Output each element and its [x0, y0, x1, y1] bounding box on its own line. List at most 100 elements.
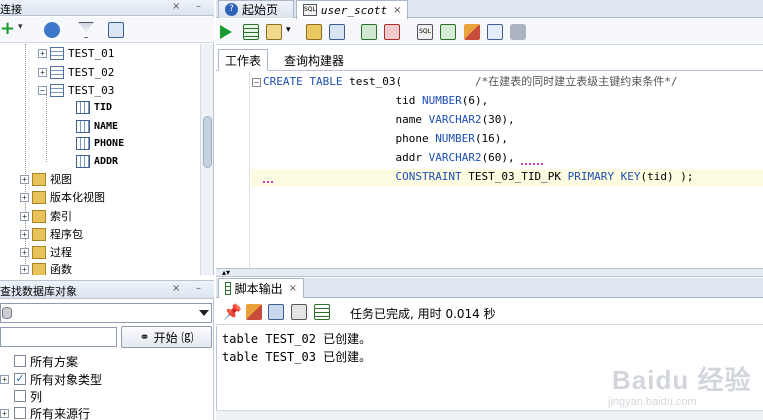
tab-query-builder[interactable]: 查询构建器	[278, 50, 350, 70]
fold-toggle-icon[interactable]: −	[252, 78, 261, 87]
tree-item-views[interactable]: + 视图	[20, 170, 72, 188]
open-icon[interactable]	[314, 304, 330, 320]
sql-text: tid	[263, 94, 422, 107]
connection-select[interactable]	[0, 303, 212, 323]
tab-script-output[interactable]: 脚本输出 ×	[218, 278, 304, 298]
option-columns[interactable]: 列	[14, 388, 42, 404]
expand-icon[interactable]: +	[20, 174, 29, 184]
expand-icon[interactable]: +	[20, 247, 29, 257]
start-search-button[interactable]: ⚭ 开始 ⒢	[121, 326, 212, 348]
explain-plan-icon[interactable]	[329, 24, 345, 40]
minimize-icon[interactable]: –	[196, 283, 201, 294]
chevron-down-icon[interactable]	[199, 310, 209, 316]
database-icon	[2, 307, 12, 319]
close-tab-icon[interactable]: ×	[289, 283, 297, 294]
sql-keyword: PRIMARY KEY	[567, 170, 641, 183]
collapse-icon[interactable]: −	[38, 85, 47, 95]
worksheet-subtabs: 工作表 查询构建器	[216, 47, 763, 71]
tree-item-procedures[interactable]: + 过程	[20, 243, 72, 261]
tree-item-test-02[interactable]: + TEST_02	[38, 63, 114, 81]
save-icon[interactable]	[268, 304, 284, 320]
all-schemas-checkbox[interactable]	[14, 355, 26, 367]
connections-panel-title: 连接	[0, 3, 22, 16]
filter-icon[interactable]	[78, 22, 94, 38]
eraser-icon[interactable]	[246, 304, 262, 320]
column-icon	[76, 100, 90, 114]
expand-icon[interactable]: +	[20, 211, 29, 221]
schema-browser-icon[interactable]	[108, 22, 124, 38]
clear-icon[interactable]	[384, 24, 400, 40]
expand-icon[interactable]: +	[38, 67, 47, 77]
tree-item-functions[interactable]: + 函数	[20, 260, 72, 275]
tuning-icon[interactable]	[487, 24, 503, 40]
all-source-lines-checkbox[interactable]	[14, 407, 26, 419]
sql-comment: /*在建表的同时建立表级主键约束条件*/	[474, 75, 678, 88]
sql-keyword: NUMBER	[435, 132, 475, 145]
wrench-icon[interactable]	[510, 24, 526, 40]
code-line: name VARCHAR2(30),	[263, 111, 514, 129]
tree-item-column-phone[interactable]: PHONE	[76, 134, 124, 152]
sql-editor[interactable]: − CREATE TABLE test_03( /*在建表的同时建立表级主键约束…	[216, 72, 763, 268]
tree-item-test-03[interactable]: − TEST_03	[38, 81, 114, 99]
add-connection-icon[interactable]: +	[0, 20, 16, 38]
expand-icon[interactable]: +	[0, 408, 9, 418]
tree-item-column-tid[interactable]: TID	[76, 98, 112, 116]
print-icon[interactable]	[291, 304, 307, 320]
expand-icon[interactable]: +	[20, 192, 29, 202]
procedures-folder-icon	[32, 245, 46, 259]
tab-user-scott[interactable]: SQL user_scott ×	[296, 0, 408, 19]
tree-item-indexes[interactable]: + 索引	[20, 207, 72, 225]
code-line: phone NUMBER(16),	[263, 130, 508, 148]
expand-icon[interactable]: +	[38, 48, 47, 58]
format-icon[interactable]	[440, 24, 456, 40]
editioning-views-folder-icon	[32, 190, 46, 204]
expand-icon[interactable]: +	[20, 229, 29, 239]
editor-tab-bar: ? 起始页 SQL user_scott ×	[216, 0, 763, 19]
connections-panel: 连接 × – + ▾ + TEST_01 + TEST_02 − TEST_03	[0, 0, 214, 275]
sql-text: addr	[263, 151, 429, 164]
refresh-icon[interactable]	[44, 22, 60, 38]
sql-text: (60),	[481, 151, 515, 164]
column-icon	[76, 119, 90, 133]
option-all-source-lines[interactable]: + 所有来源行	[0, 405, 90, 420]
tree-item-test-01[interactable]: + TEST_01	[38, 44, 114, 62]
run-statement-icon[interactable]	[220, 25, 232, 39]
run-script-icon[interactable]	[243, 24, 259, 40]
commit-icon[interactable]	[266, 24, 282, 40]
connections-panel-header: 连接 × –	[0, 0, 214, 16]
scrollbar-thumb[interactable]	[203, 116, 212, 168]
table-icon	[50, 83, 64, 97]
tab-worksheet[interactable]: 工作表	[218, 49, 269, 71]
functions-folder-icon	[32, 262, 46, 275]
dropdown-arrow-icon[interactable]: ▾	[286, 25, 302, 41]
expand-icon[interactable]: +	[20, 264, 29, 274]
pin-icon[interactable]: 📌	[223, 304, 242, 320]
sql-history-icon[interactable]: SQL	[417, 24, 433, 40]
close-icon[interactable]: ×	[172, 283, 180, 294]
tree-item-column-name[interactable]: NAME	[76, 117, 118, 135]
tree-scrollbar[interactable]	[200, 44, 213, 275]
find-search-input[interactable]	[0, 327, 117, 347]
all-object-types-checkbox[interactable]: ✓	[14, 373, 26, 385]
option-all-schemas[interactable]: 所有方案	[14, 353, 78, 369]
close-icon[interactable]: ×	[172, 1, 180, 12]
table-icon	[50, 46, 64, 60]
expand-icon[interactable]: +	[0, 374, 9, 384]
warning-squiggle	[521, 162, 543, 165]
tree-item-packages[interactable]: + 程序包	[20, 225, 83, 243]
minimize-icon[interactable]: –	[196, 1, 201, 12]
eraser-icon[interactable]	[464, 24, 480, 40]
option-all-object-types[interactable]: + ✓ 所有对象类型	[0, 371, 102, 387]
tree-item-editioning-views[interactable]: + 版本化视图	[20, 188, 105, 206]
rollback-icon[interactable]	[306, 24, 322, 40]
tab-start-page[interactable]: ? 起始页	[218, 0, 294, 18]
autotrace-icon[interactable]	[361, 24, 377, 40]
columns-checkbox[interactable]	[14, 390, 26, 402]
panel-splitter[interactable]: ▴▾	[216, 268, 763, 277]
dropdown-arrow-icon[interactable]: ▾	[18, 22, 34, 38]
connections-tree: + TEST_01 + TEST_02 − TEST_03 TID NAME P…	[0, 44, 200, 275]
close-tab-icon[interactable]: ×	[393, 5, 401, 16]
tree-item-column-addr[interactable]: ADDR	[76, 152, 118, 170]
column-icon	[76, 154, 90, 168]
find-db-objects-panel: 查找数据库对象 × – ⚭ 开始 ⒢ 所有方案 + ✓ 所有对象类型 列 + 所…	[0, 280, 214, 420]
